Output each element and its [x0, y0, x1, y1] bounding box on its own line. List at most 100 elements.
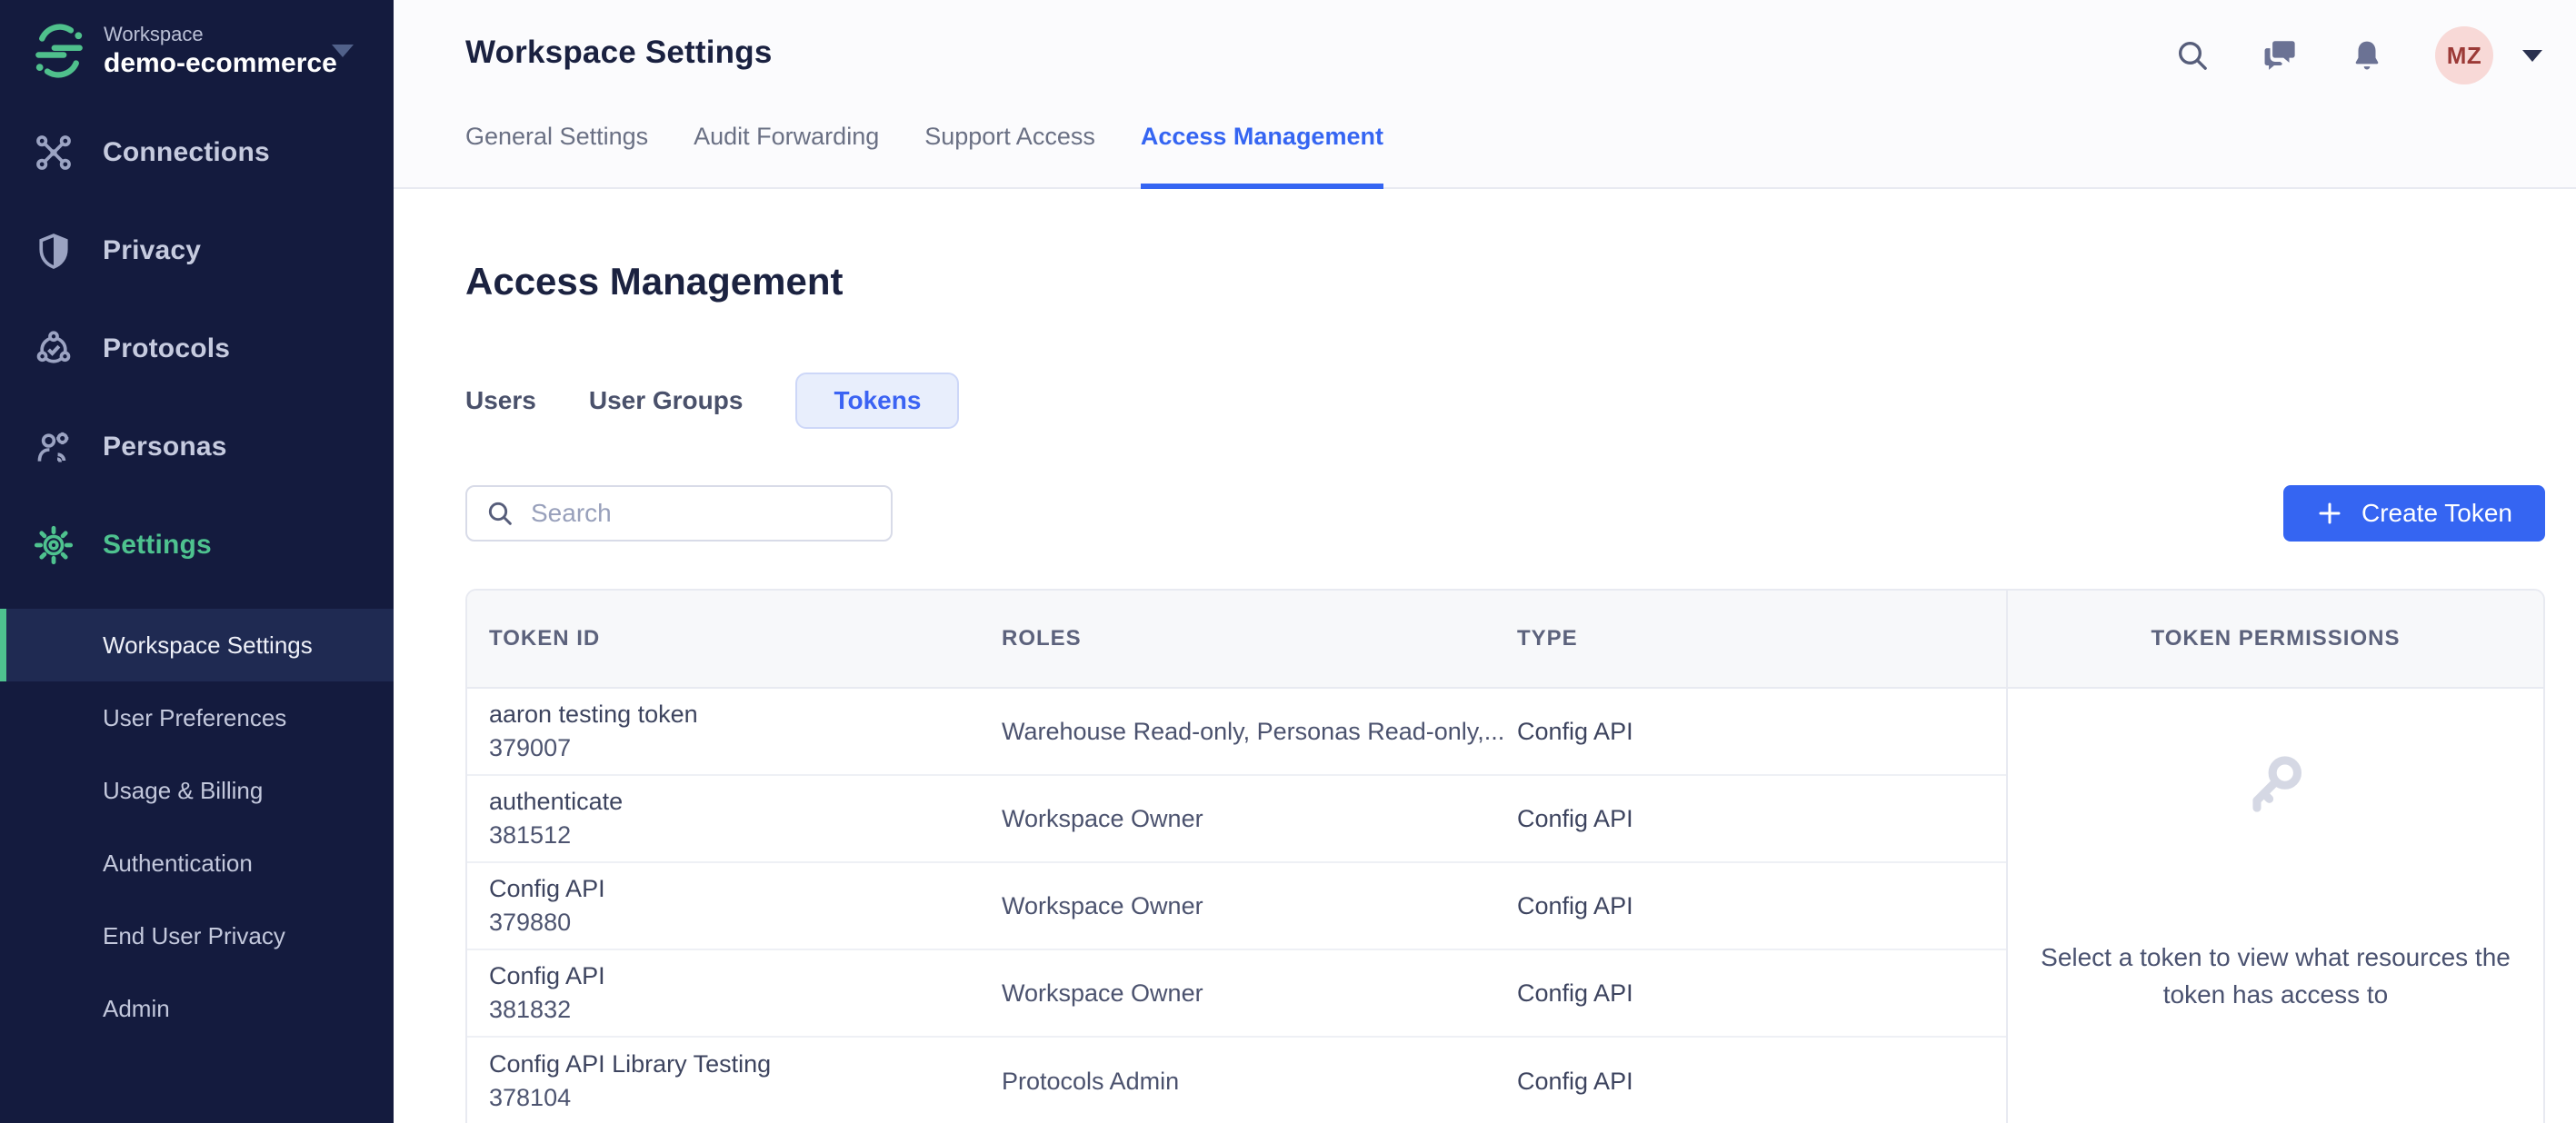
token-type: Config API	[1517, 1067, 1633, 1095]
token-id: 378104	[489, 1084, 572, 1111]
plus-icon	[2319, 502, 2341, 524]
search-box	[465, 485, 893, 542]
token-roles: Workspace Owner	[1002, 804, 1203, 832]
subnav-label: End User Privacy	[103, 921, 285, 949]
table-row[interactable]: Config API 381832 Workspace Owner Config…	[467, 950, 2006, 1038]
search-icon	[488, 502, 512, 525]
page-title: Workspace Settings	[465, 35, 773, 70]
sidebar: Workspace demo-ecommerce Connections Pri…	[0, 0, 394, 1123]
subnav-label: User Preferences	[103, 703, 287, 731]
sidebar-subitem-end-user-privacy[interactable]: End User Privacy	[0, 899, 394, 972]
token-id-cell: Config API 381832	[489, 959, 1002, 1027]
workspace-name: demo-ecommerce	[104, 48, 337, 78]
token-name: Config API	[489, 875, 605, 902]
panel-body: Select a token to view what resources th…	[2008, 689, 2543, 1123]
token-id: 381512	[489, 821, 572, 849]
token-type: Config API	[1517, 717, 1633, 745]
create-token-button[interactable]: Create Token	[2282, 485, 2545, 542]
subnav-label: Usage & Billing	[103, 776, 264, 804]
avatar[interactable]: MZ	[2435, 26, 2493, 84]
sidebar-item-label: Privacy	[103, 235, 202, 265]
sidebar-subitem-admin[interactable]: Admin	[0, 972, 394, 1045]
table-row[interactable]: aaron testing token 379007 Warehouse Rea…	[467, 689, 2006, 776]
tab-users[interactable]: Users	[465, 386, 536, 415]
sidebar-subitem-user-preferences[interactable]: User Preferences	[0, 681, 394, 754]
panel-header-label: Token Permissions	[2151, 626, 2401, 651]
token-id-cell: authenticate 381512	[489, 785, 1002, 852]
token-roles: Workspace Owner	[1002, 891, 1203, 919]
token-name: aaron testing token	[489, 701, 698, 728]
table-row[interactable]: authenticate 381512 Workspace Owner Conf…	[467, 776, 2006, 863]
chat-icon[interactable]	[2261, 36, 2299, 75]
subnav-label: Admin	[103, 994, 170, 1022]
chevron-down-icon[interactable]	[2522, 49, 2542, 62]
personas-icon	[34, 427, 74, 467]
sidebar-item-label: Personas	[103, 432, 227, 462]
tab-general-settings[interactable]: General Settings	[465, 123, 648, 189]
app-root: Workspace demo-ecommerce Connections Pri…	[0, 0, 2576, 1123]
tokens-card: Token ID Roles Type aaron testing token …	[465, 589, 2545, 1123]
panel-header: Token Permissions	[2008, 591, 2543, 689]
sidebar-item-label: Connections	[103, 137, 270, 167]
sidebar-item-label: Protocols	[103, 333, 231, 363]
tab-user-groups[interactable]: User Groups	[589, 386, 744, 415]
sidebar-item-personas[interactable]: Personas	[0, 398, 394, 496]
segment-logo-icon	[35, 24, 83, 78]
workspace-switcher[interactable]: Workspace demo-ecommerce	[0, 0, 394, 96]
tab-access-management[interactable]: Access Management	[1140, 123, 1383, 189]
token-id: 379007	[489, 734, 572, 761]
token-id: 381832	[489, 996, 572, 1023]
token-name: authenticate	[489, 788, 624, 815]
column-header-roles: Roles	[1002, 626, 1082, 651]
chevron-down-icon	[332, 45, 354, 57]
sidebar-item-label: Settings	[103, 530, 212, 560]
sidebar-subitem-usage-billing[interactable]: Usage & Billing	[0, 754, 394, 827]
page-header: Workspace Settings MZ General Settings A…	[394, 0, 2576, 189]
column-header-token-id: Token ID	[489, 626, 601, 651]
main-panel: Access Management Users User Groups Toke…	[394, 189, 2576, 1123]
token-name: Config API	[489, 962, 605, 989]
settings-tabs: General Settings Audit Forwarding Suppor…	[465, 123, 1383, 189]
section-title: Access Management	[465, 260, 844, 303]
token-permissions-panel: Token Permissions Select a token to view…	[2008, 591, 2543, 1123]
sidebar-item-protocols[interactable]: Protocols	[0, 300, 394, 398]
token-roles: Protocols Admin	[1002, 1067, 1180, 1095]
content-area: Workspace Settings MZ General Settings A…	[394, 0, 2576, 1123]
token-id-cell: Config API Library Testing 378104	[489, 1048, 1002, 1115]
tab-tokens[interactable]: Tokens	[795, 373, 960, 429]
table-header: Token ID Roles Type	[467, 591, 2006, 689]
sidebar-item-settings[interactable]: Settings	[0, 496, 394, 594]
shield-icon	[34, 231, 74, 271]
sidebar-subitem-workspace-settings[interactable]: Workspace Settings	[0, 609, 394, 681]
bell-icon[interactable]	[2348, 36, 2386, 75]
protocols-icon	[34, 329, 74, 369]
tab-support-access[interactable]: Support Access	[924, 123, 1095, 189]
subnav-label: Workspace Settings	[103, 631, 313, 659]
token-name: Config API Library Testing	[489, 1050, 772, 1078]
panel-empty-message: Select a token to view what resources th…	[2041, 943, 2511, 1009]
token-type: Config API	[1517, 891, 1633, 919]
sidebar-item-privacy[interactable]: Privacy	[0, 202, 394, 300]
token-type: Config API	[1517, 979, 1633, 1007]
subnav-label: Authentication	[103, 849, 253, 877]
token-id: 379880	[489, 909, 572, 936]
token-toolbar: Create Token	[465, 485, 2545, 542]
column-header-type: Type	[1517, 626, 1578, 651]
token-id-cell: Config API 379880	[489, 872, 1002, 939]
search-input[interactable]	[531, 499, 873, 528]
sidebar-subitem-authentication[interactable]: Authentication	[0, 827, 394, 899]
tokens-table: Token ID Roles Type aaron testing token …	[467, 591, 2008, 1123]
sidebar-subnav: Workspace Settings User Preferences Usag…	[0, 609, 394, 1045]
gear-icon	[34, 525, 74, 565]
tab-audit-forwarding[interactable]: Audit Forwarding	[694, 123, 879, 189]
connections-icon	[34, 133, 74, 173]
create-token-label: Create Token	[2361, 499, 2512, 527]
token-roles: Warehouse Read-only, Personas Read-only,…	[1002, 717, 1505, 745]
sidebar-item-connections[interactable]: Connections	[0, 104, 394, 202]
key-icon	[2238, 749, 2314, 830]
header-actions: MZ	[2173, 25, 2542, 85]
token-type: Config API	[1517, 804, 1633, 832]
table-row[interactable]: Config API Library Testing 378104 Protoc…	[467, 1038, 2006, 1123]
search-icon[interactable]	[2173, 36, 2212, 75]
table-row[interactable]: Config API 379880 Workspace Owner Config…	[467, 863, 2006, 950]
